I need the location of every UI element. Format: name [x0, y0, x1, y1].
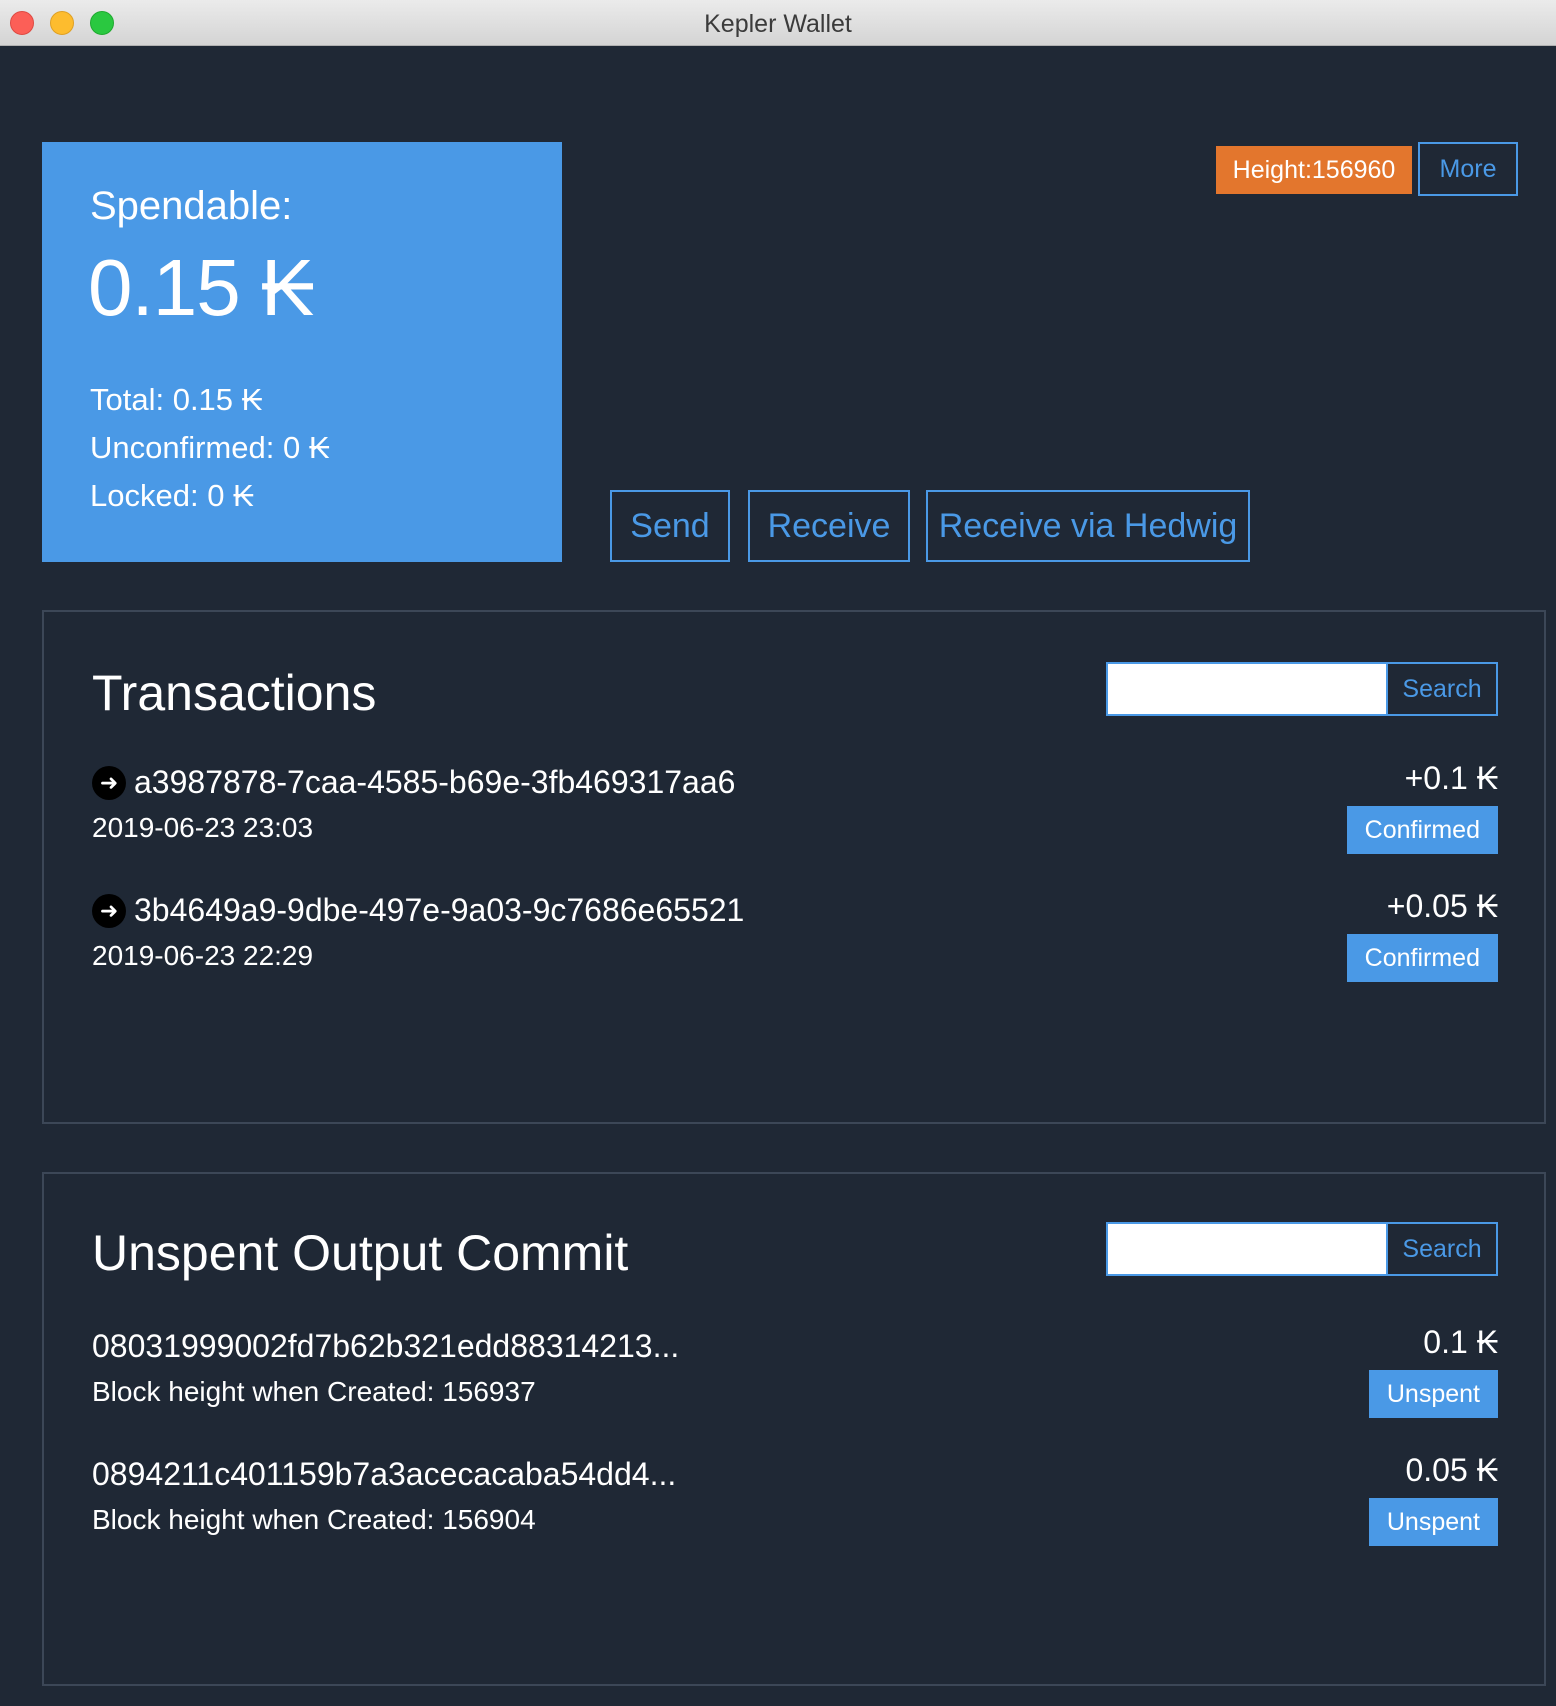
- transaction-amount: +0.1 ₭: [1404, 760, 1498, 796]
- window-title: Kepler Wallet: [704, 10, 852, 38]
- output-commit: 0894211c401159b7a3acecacaba54dd4...: [92, 1456, 677, 1492]
- status-badge: Unspent: [1368, 1498, 1498, 1546]
- status-badge: Confirmed: [1346, 806, 1498, 854]
- outputs-search-button[interactable]: Search: [1386, 1222, 1498, 1276]
- transactions-panel: Transactions Search ➜ a3987878-7caa-4585-…: [42, 610, 1546, 1124]
- transaction-amount: +0.05 ₭: [1386, 888, 1498, 924]
- transactions-search-button[interactable]: Search: [1386, 662, 1498, 716]
- transaction-id: ➜ a3987878-7caa-4585-b69e-3fb469317aa6: [92, 764, 735, 801]
- transaction-row[interactable]: ➜ a3987878-7caa-4585-b69e-3fb469317aa6 20…: [92, 760, 1498, 860]
- transaction-date: 2019-06-23 23:03: [92, 812, 314, 843]
- spendable-label: Spendable:: [90, 184, 293, 228]
- output-row[interactable]: 08031999002fd7b62b321edd88314213... Bloc…: [92, 1324, 1498, 1424]
- output-block-height: Block height when Created: 156937: [92, 1376, 536, 1407]
- send-button[interactable]: Send: [610, 490, 730, 562]
- unconfirmed-balance: Unconfirmed: 0 ₭: [90, 430, 330, 465]
- output-commit: 08031999002fd7b62b321edd88314213...: [92, 1328, 680, 1364]
- transactions-search-input[interactable]: [1106, 662, 1388, 716]
- unspent-outputs-title: Unspent Output Commit: [92, 1225, 629, 1281]
- transactions-title: Transactions: [92, 665, 377, 721]
- balance-card: Spendable: 0.15 ₭ Total: 0.15 ₭ Unconfir…: [42, 142, 562, 562]
- receive-via-hedwig-button[interactable]: Receive via Hedwig: [926, 490, 1250, 562]
- arrow-right-circle-icon: ➜: [92, 766, 126, 800]
- unspent-outputs-panel: Unspent Output Commit Search 08031999002…: [42, 1172, 1546, 1686]
- arrow-right-circle-icon: ➜: [92, 894, 126, 928]
- output-amount: 0.1 ₭: [1423, 1324, 1498, 1360]
- transaction-row[interactable]: ➜ 3b4649a9-9dbe-497e-9a03-9c7686e65521 20…: [92, 888, 1498, 988]
- receive-button[interactable]: Receive: [748, 490, 910, 562]
- status-badge: Confirmed: [1346, 934, 1498, 982]
- block-height-badge: Height:156960: [1216, 146, 1412, 194]
- spendable-amount: 0.15 ₭: [88, 243, 314, 332]
- status-badge: Unspent: [1368, 1370, 1498, 1418]
- window-titlebar: Kepler Wallet: [0, 0, 1556, 46]
- more-button[interactable]: More: [1418, 142, 1518, 196]
- locked-balance: Locked: 0 ₭: [90, 478, 254, 513]
- transaction-date: 2019-06-23 22:29: [92, 940, 314, 971]
- total-balance: Total: 0.15 ₭: [90, 382, 263, 417]
- output-amount: 0.05 ₭: [1405, 1452, 1498, 1488]
- transaction-id: ➜ 3b4649a9-9dbe-497e-9a03-9c7686e65521: [92, 892, 744, 929]
- output-block-height: Block height when Created: 156904: [92, 1504, 536, 1535]
- output-row[interactable]: 0894211c401159b7a3acecacaba54dd4... Bloc…: [92, 1452, 1498, 1552]
- outputs-search-input[interactable]: [1106, 1222, 1388, 1276]
